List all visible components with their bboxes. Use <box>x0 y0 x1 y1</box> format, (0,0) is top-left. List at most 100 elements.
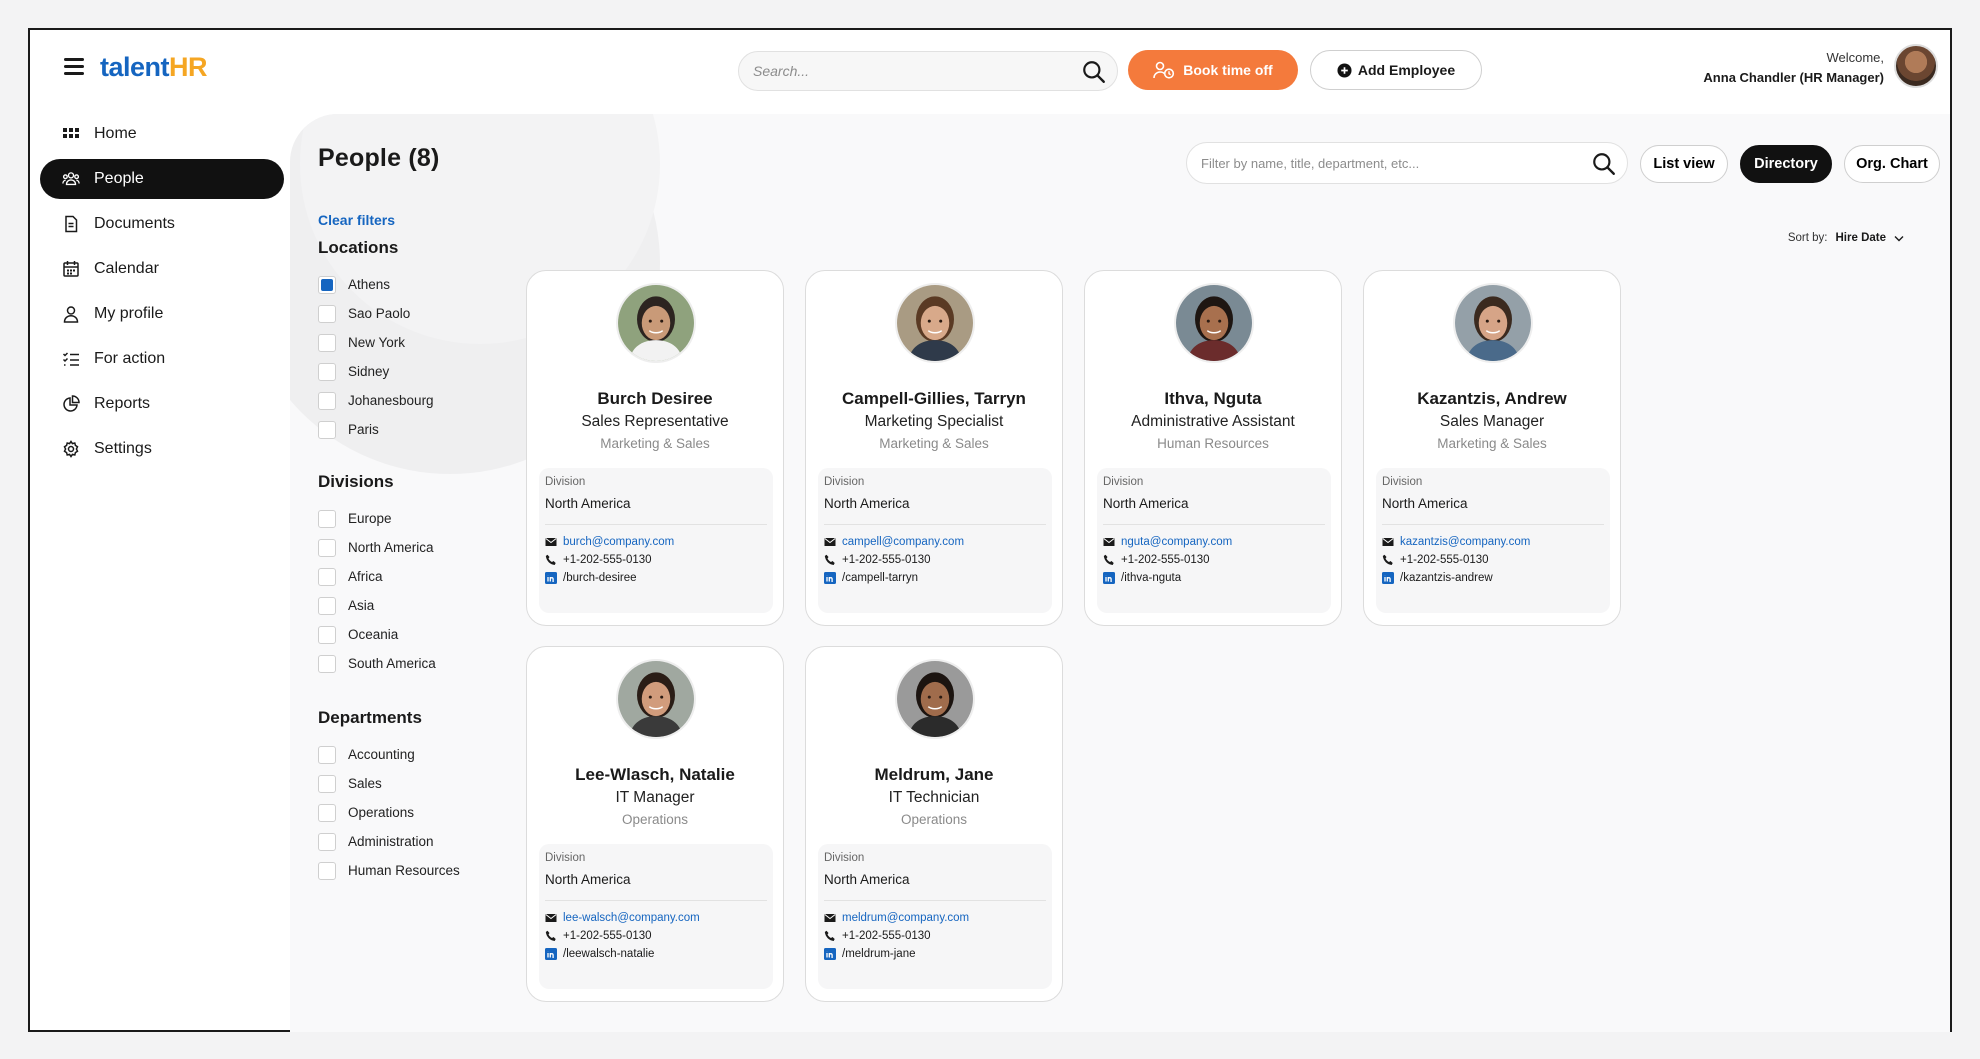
checkbox[interactable] <box>318 420 336 439</box>
sidebar-item-for-action[interactable]: For action <box>40 339 284 379</box>
clear-filters-link[interactable]: Clear filters <box>318 212 395 228</box>
checkbox[interactable] <box>318 596 336 615</box>
hamburger-menu-icon[interactable] <box>64 58 84 75</box>
person-card[interactable]: Lee-Wlasch, Natalie IT Manager Operation… <box>526 646 784 1002</box>
filter-option-sidney[interactable]: Sidney <box>318 357 434 386</box>
sidebar-item-label: Reports <box>94 395 151 412</box>
filter-option-label: Asia <box>348 598 375 613</box>
person-card[interactable]: Kazantzis, Andrew Sales Manager Marketin… <box>1363 270 1621 626</box>
filter-option-johanesbourg[interactable]: Johanesbourg <box>318 386 434 415</box>
checkbox[interactable] <box>318 275 336 294</box>
email-row: burch@company.com <box>545 536 674 548</box>
sidebar-item-calendar[interactable]: Calendar <box>40 249 284 289</box>
filter-option-operations[interactable]: Operations <box>318 798 460 827</box>
filter-option-paris[interactable]: Paris <box>318 415 434 444</box>
person-info-panel: Division North America meldrum@company.c… <box>818 844 1052 989</box>
divider <box>1382 524 1604 525</box>
filter-option-athens[interactable]: Athens <box>318 270 434 299</box>
person-card[interactable]: Campell-Gillies, Tarryn Marketing Specia… <box>805 270 1063 626</box>
person-name[interactable]: Kazantzis, Andrew <box>1364 389 1620 409</box>
phone-icon <box>824 930 835 941</box>
gear-icon <box>63 440 79 458</box>
filter-option-north-america[interactable]: North America <box>318 533 436 562</box>
phone-row: +1-202-555-0130 <box>545 554 652 566</box>
filter-option-south-america[interactable]: South America <box>318 649 436 678</box>
filter-option-sales[interactable]: Sales <box>318 769 460 798</box>
checkbox[interactable] <box>318 567 336 586</box>
sidebar-item-home[interactable]: Home <box>40 114 284 154</box>
sidebar-item-reports[interactable]: Reports <box>40 384 284 424</box>
filter-option-europe[interactable]: Europe <box>318 504 436 533</box>
division-value: North America <box>824 872 910 887</box>
sidebar-item-my-profile[interactable]: My profile <box>40 294 284 334</box>
checkbox[interactable] <box>318 362 336 381</box>
person-email[interactable]: kazantzis@company.com <box>1400 536 1530 548</box>
checkbox[interactable] <box>318 803 336 822</box>
checkbox[interactable] <box>318 745 336 764</box>
filter-option-human-resources[interactable]: Human Resources <box>318 856 460 885</box>
person-card[interactable]: Meldrum, Jane IT Technician Operations D… <box>805 646 1063 1002</box>
checkbox[interactable] <box>318 333 336 352</box>
person-email[interactable]: lee-walsch@company.com <box>563 912 700 924</box>
person-linkedin[interactable]: /burch-desiree <box>563 572 637 584</box>
checkbox[interactable] <box>318 654 336 673</box>
checkbox[interactable] <box>318 625 336 644</box>
checkbox[interactable] <box>318 509 336 528</box>
sidebar-item-documents[interactable]: Documents <box>40 204 284 244</box>
person-department: Human Resources <box>1157 436 1269 451</box>
checkbox[interactable] <box>318 304 336 323</box>
person-name[interactable]: Meldrum, Jane <box>806 765 1062 785</box>
book-time-off-button[interactable]: Book time off <box>1128 50 1298 90</box>
checkbox[interactable] <box>318 774 336 793</box>
person-title: Sales Manager <box>1439 413 1545 430</box>
person-name[interactable]: Burch Desiree <box>527 389 783 409</box>
checkbox[interactable] <box>318 391 336 410</box>
sidebar-item-settings[interactable]: Settings <box>40 429 284 469</box>
person-email[interactable]: campell@company.com <box>842 536 964 548</box>
filter-option-label: New York <box>348 335 406 350</box>
filter-option-asia[interactable]: Asia <box>318 591 436 620</box>
linkedin-row: /kazantzis-andrew <box>1382 572 1493 584</box>
person-linkedin[interactable]: /leewalsch-natalie <box>563 948 654 960</box>
filter-option-africa[interactable]: Africa <box>318 562 436 591</box>
person-info-panel: Division North America burch@company.com… <box>539 468 773 613</box>
filter-option-administration[interactable]: Administration <box>318 827 460 856</box>
filter-option-new-york[interactable]: New York <box>318 328 434 357</box>
person-name[interactable]: Lee-Wlasch, Natalie <box>527 765 783 785</box>
person-name[interactable]: Ithva, Nguta <box>1085 389 1341 409</box>
person-name[interactable]: Campell-Gillies, Tarryn <box>806 389 1062 409</box>
search-icon[interactable] <box>1081 59 1107 85</box>
add-employee-button[interactable]: Add Employee <box>1310 50 1482 90</box>
search-icon[interactable] <box>1591 151 1617 177</box>
person-email[interactable]: burch@company.com <box>563 536 674 548</box>
person-phone: +1-202-555-0130 <box>1400 554 1489 566</box>
filter-option-label: Johanesbourg <box>348 393 434 408</box>
person-linkedin[interactable]: /campell-tarryn <box>842 572 918 584</box>
person-email[interactable]: meldrum@company.com <box>842 912 969 924</box>
sidebar-item-people[interactable]: People <box>40 159 284 199</box>
person-linkedin[interactable]: /ithva-nguta <box>1121 572 1181 584</box>
sort-dropdown[interactable]: Sort by: Hire Date <box>1788 232 1904 244</box>
person-email[interactable]: nguta@company.com <box>1121 536 1232 548</box>
checkbox[interactable] <box>318 861 336 880</box>
filter-input[interactable] <box>1201 143 1571 183</box>
filter-option-sao-paolo[interactable]: Sao Paolo <box>318 299 434 328</box>
filter-option-accounting[interactable]: Accounting <box>318 740 460 769</box>
person-linkedin[interactable]: /meldrum-jane <box>842 948 916 960</box>
search-input[interactable] <box>753 52 1063 90</box>
linkedin-icon <box>545 572 557 584</box>
checkbox[interactable] <box>318 538 336 557</box>
checkbox[interactable] <box>318 832 336 851</box>
filter-option-label: Europe <box>348 511 392 526</box>
person-card[interactable]: Ithva, Nguta Administrative Assistant Hu… <box>1084 270 1342 626</box>
directory-button[interactable]: Directory <box>1740 145 1832 183</box>
person-card[interactable]: Burch Desiree Sales Representative Marke… <box>526 270 784 626</box>
user-avatar[interactable] <box>1894 44 1938 88</box>
filter-option-oceania[interactable]: Oceania <box>318 620 436 649</box>
person-linkedin[interactable]: /kazantzis-andrew <box>1400 572 1493 584</box>
filter-option-label: Athens <box>348 277 391 292</box>
org-chart-button[interactable]: Org. Chart <box>1844 145 1940 183</box>
list-view-button[interactable]: List view <box>1640 145 1728 183</box>
logo[interactable]: talentHR <box>100 52 208 83</box>
sort-label: Sort by: <box>1787 232 1828 244</box>
